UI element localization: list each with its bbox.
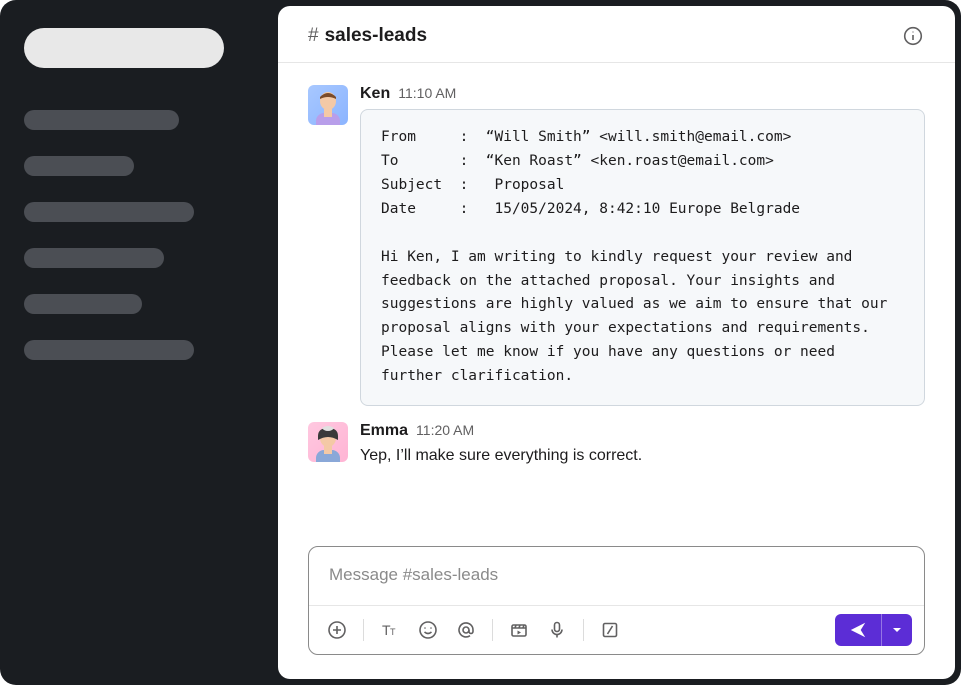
toolbar-separator xyxy=(492,619,493,641)
workspace-switcher-skeleton xyxy=(24,28,224,68)
message-header: Ken 11:10 AM xyxy=(360,85,925,103)
chevron-down-icon xyxy=(892,625,902,635)
message-list: Ken 11:10 AM From : “Will Smith” <will.s… xyxy=(278,63,955,546)
sidebar-skeleton-item xyxy=(24,340,194,360)
sender-name[interactable]: Emma xyxy=(360,422,408,440)
info-icon xyxy=(903,26,923,46)
video-button[interactable] xyxy=(503,614,535,646)
sidebar-skeleton-item xyxy=(24,110,179,130)
emoji-icon xyxy=(418,620,438,640)
composer-wrap: Message #sales-leads T T xyxy=(278,546,955,679)
microphone-icon xyxy=(547,620,567,640)
send-icon xyxy=(849,621,867,639)
svg-text:T: T xyxy=(390,627,396,637)
avatar[interactable] xyxy=(308,85,348,125)
send-button[interactable] xyxy=(835,614,881,646)
sidebar-skeleton-item xyxy=(24,202,194,222)
send-options-button[interactable] xyxy=(881,614,912,646)
email-attachment-block: From : “Will Smith” <will.smith@email.co… xyxy=(360,109,925,406)
message-header: Emma 11:20 AM xyxy=(360,422,925,440)
video-clip-icon xyxy=(509,620,529,640)
message-body: Emma 11:20 AM Yep, I’ll make sure everyt… xyxy=(360,422,925,468)
message-body: Ken 11:10 AM From : “Will Smith” <will.s… xyxy=(360,85,925,406)
main-panel: # sales-leads xyxy=(278,6,955,679)
channel-header: # sales-leads xyxy=(278,6,955,63)
sidebar xyxy=(0,0,278,685)
message-input[interactable]: Message #sales-leads xyxy=(309,547,924,605)
composer: Message #sales-leads T T xyxy=(308,546,925,655)
emoji-button[interactable] xyxy=(412,614,444,646)
toolbar-separator xyxy=(363,619,364,641)
sidebar-skeleton-item xyxy=(24,156,134,176)
send-button-group xyxy=(835,614,912,646)
attach-button[interactable] xyxy=(321,614,353,646)
message-timestamp: 11:20 AM xyxy=(416,422,474,438)
app-frame: # sales-leads xyxy=(0,0,961,685)
avatar-figure-icon xyxy=(310,89,346,125)
at-icon xyxy=(456,620,476,640)
channel-info-button[interactable] xyxy=(901,24,925,48)
audio-button[interactable] xyxy=(541,614,573,646)
text-format-icon: T T xyxy=(380,620,400,640)
sidebar-skeleton-item xyxy=(24,294,142,314)
channel-name: sales-leads xyxy=(325,25,427,47)
toolbar-separator xyxy=(583,619,584,641)
plus-circle-icon xyxy=(327,620,347,640)
sidebar-skeleton-item xyxy=(24,248,164,268)
avatar-figure-icon xyxy=(310,426,346,462)
sender-name[interactable]: Ken xyxy=(360,85,390,103)
message: Emma 11:20 AM Yep, I’ll make sure everyt… xyxy=(308,414,925,476)
hash-icon: # xyxy=(308,25,319,47)
channel-title[interactable]: # sales-leads xyxy=(308,25,427,47)
mention-button[interactable] xyxy=(450,614,482,646)
composer-toolbar: T T xyxy=(309,605,924,654)
formatting-button[interactable]: T T xyxy=(374,614,406,646)
message: Ken 11:10 AM From : “Will Smith” <will.s… xyxy=(308,77,925,414)
slash-box-icon xyxy=(600,620,620,640)
shortcuts-button[interactable] xyxy=(594,614,626,646)
message-timestamp: 11:10 AM xyxy=(398,85,456,101)
message-text: Yep, I’ll make sure everything is correc… xyxy=(360,444,925,468)
avatar[interactable] xyxy=(308,422,348,462)
